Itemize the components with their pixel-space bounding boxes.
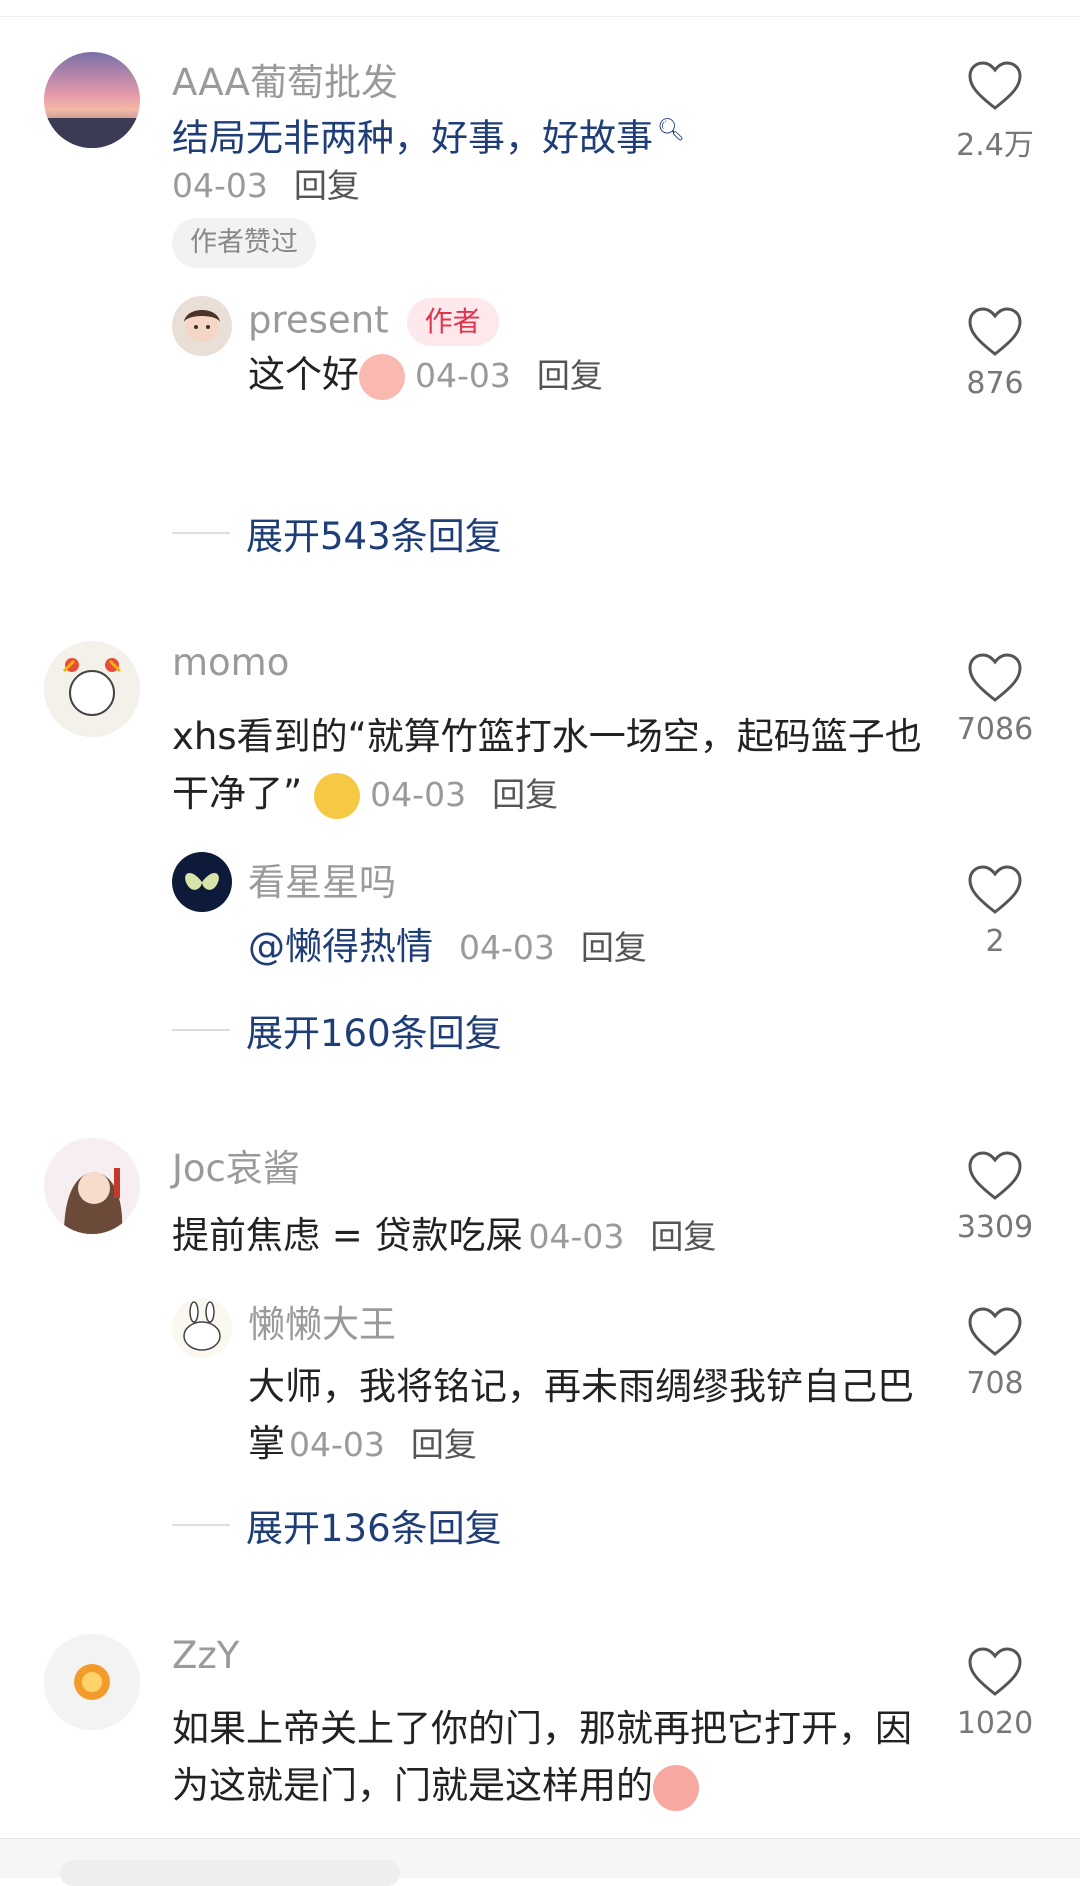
reply-button[interactable]: 回复: [492, 775, 558, 814]
avatar[interactable]: [172, 296, 232, 356]
cartoon-avatar-image: [44, 641, 140, 737]
reply-button[interactable]: 回复: [581, 928, 647, 967]
like-count: 3309: [956, 1210, 1034, 1245]
like-button[interactable]: 1020: [950, 1646, 1040, 1741]
comment-text-body: 提前焦虑 = 贷款吃屎: [172, 1214, 523, 1257]
expand-replies-label: 展开160条回复: [246, 1012, 502, 1055]
reply-button[interactable]: 回复: [537, 356, 603, 395]
sub-reply-text[interactable]: 这个好 04-03 回复: [248, 346, 928, 404]
comment-text[interactable]: 如果上帝关上了你的门，那就再把它打开，因为这就是门，门就是这样用的: [172, 1700, 932, 1814]
search-icon[interactable]: 🔍︎: [657, 118, 685, 143]
like-count: 2.4万: [956, 128, 1034, 163]
comment-date: 04-03: [172, 166, 268, 205]
username[interactable]: AAA葡萄批发: [172, 52, 398, 106]
sunset-avatar-image: [44, 52, 140, 148]
comment-input-pill[interactable]: [60, 1860, 400, 1886]
author-badge: 作者: [406, 298, 499, 346]
comment-text[interactable]: xhs看到的“就算竹篮打水一场空，起码篮子也干净了” 04-03 回复: [172, 708, 932, 823]
comment-text-body: 如果上帝关上了你的门，那就再把它打开，因为这就是门，门就是这样用的: [172, 1707, 912, 1807]
comment-text[interactable]: 提前焦虑 = 贷款吃屎 04-03 回复: [172, 1207, 932, 1265]
girl-avatar-image: [172, 296, 232, 356]
avatar[interactable]: [44, 1138, 140, 1234]
username[interactable]: Joc哀酱: [172, 1138, 300, 1192]
expand-divider: [172, 532, 230, 534]
expand-divider: [172, 1524, 230, 1526]
avatar[interactable]: [44, 52, 140, 148]
sub-reply-text[interactable]: 大师，我将铭记，再未雨绸缪我铲自己巴掌 04-03 回复: [248, 1358, 928, 1473]
anime-girl-avatar-image: [44, 1138, 140, 1234]
like-count: 876: [966, 366, 1024, 401]
like-count: 708: [966, 1366, 1024, 1401]
smug-face-emoji-icon: [314, 772, 361, 819]
username[interactable]: momo: [172, 641, 289, 684]
expand-divider: [172, 1029, 230, 1031]
butterfly-avatar-image: [172, 852, 232, 912]
like-button[interactable]: 3309: [950, 1150, 1040, 1245]
heart-outline-icon: [968, 1307, 1022, 1356]
expand-replies-label: 展开136条回复: [246, 1507, 502, 1550]
reply-button[interactable]: 回复: [650, 1217, 716, 1256]
avatar[interactable]: [172, 1298, 232, 1358]
username[interactable]: ZzY: [172, 1634, 239, 1677]
sub-reply-username[interactable]: 懒懒大王: [248, 1294, 396, 1348]
bunny-avatar-image: [172, 1298, 232, 1358]
like-button[interactable]: 2.4万: [950, 60, 1040, 164]
like-button[interactable]: 2: [950, 864, 1040, 959]
like-count: 2: [985, 924, 1005, 959]
sub-reply-text-body: 这个好: [248, 353, 359, 396]
comment-date: 04-03: [528, 1217, 625, 1256]
author-liked-badge: 作者赞过: [172, 218, 316, 268]
avatar[interactable]: [172, 852, 232, 912]
orange-light-avatar-image: [44, 1634, 140, 1730]
sub-reply-username-text: present: [248, 298, 389, 342]
avatar[interactable]: [44, 1634, 140, 1730]
heart-outline-icon: [968, 865, 1022, 914]
like-count: 7086: [956, 712, 1034, 747]
sub-reply-date: 04-03: [289, 1425, 385, 1464]
shocked-face-emoji-icon: [359, 353, 405, 400]
expand-replies-button[interactable]: 展开160条回复: [172, 1005, 502, 1055]
comment-meta: 04-03 回复: [172, 156, 932, 214]
expand-replies-button[interactable]: 展开136条回复: [172, 1500, 502, 1550]
crying-face-emoji-icon: [653, 1764, 699, 1811]
expand-replies-label: 展开543条回复: [246, 515, 502, 558]
expand-replies-button[interactable]: 展开543条回复: [172, 508, 502, 558]
comment-text-body: 结局无非两种，好事，好故事: [172, 116, 653, 160]
like-count: 1020: [956, 1706, 1034, 1741]
like-button[interactable]: 708: [950, 1306, 1040, 1401]
heart-outline-icon: [968, 653, 1022, 702]
reply-button[interactable]: 回复: [294, 166, 360, 205]
sub-reply-date: 04-03: [415, 356, 511, 395]
comment-date: 04-03: [370, 775, 467, 814]
heart-outline-icon: [968, 307, 1022, 356]
heart-outline-icon: [968, 1647, 1022, 1696]
like-button[interactable]: 7086: [950, 652, 1040, 747]
sub-reply-text[interactable]: @懒得热情 04-03 回复: [248, 918, 928, 976]
like-button[interactable]: 876: [950, 306, 1040, 401]
avatar[interactable]: [44, 641, 140, 737]
sub-reply-username[interactable]: present 作者: [248, 298, 499, 346]
heart-outline-icon: [968, 61, 1022, 110]
mention-link[interactable]: @懒得热情: [248, 925, 433, 968]
sub-reply-date: 04-03: [459, 928, 555, 967]
top-divider: [0, 16, 1080, 17]
sub-reply-username[interactable]: 看星星吗: [248, 852, 396, 906]
reply-button[interactable]: 回复: [411, 1425, 477, 1464]
heart-outline-icon: [968, 1151, 1022, 1200]
